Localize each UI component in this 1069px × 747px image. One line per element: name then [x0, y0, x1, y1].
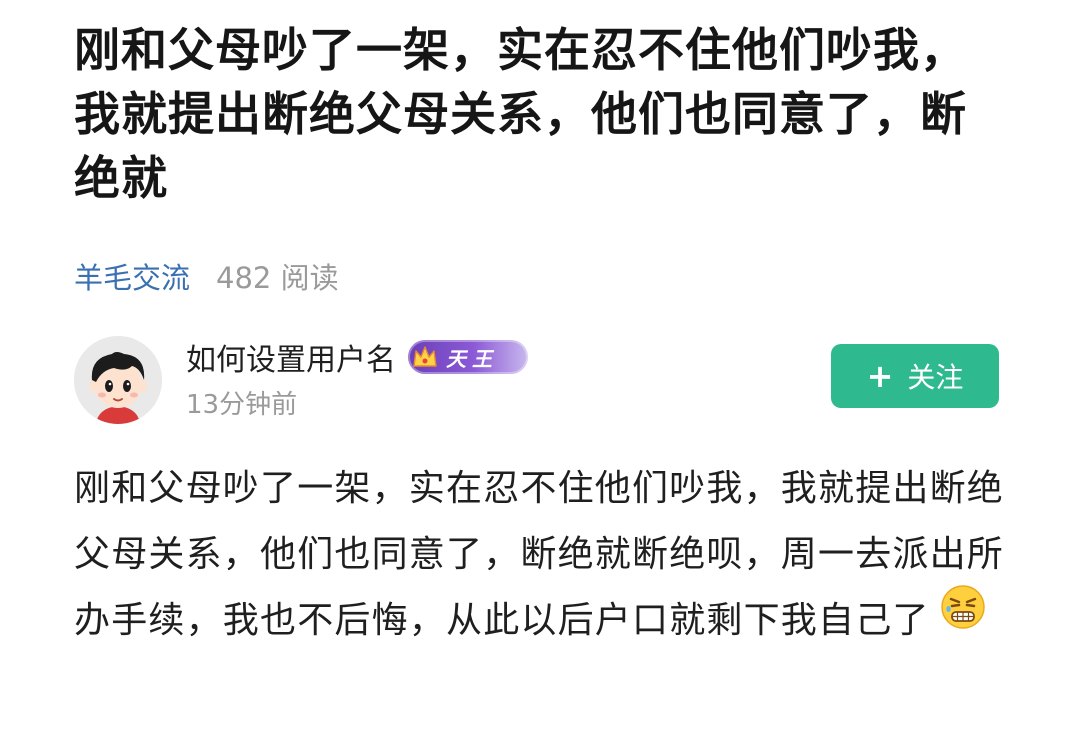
post-meta: 羊毛交流 482 阅读	[74, 254, 339, 298]
post-time: 13分钟前	[186, 390, 298, 420]
level-badge: 天王	[408, 340, 528, 374]
plus-icon: +	[866, 357, 894, 395]
crown-icon	[408, 340, 442, 374]
author-row: 如何设置用户名 天王 13分钟前 + 关注	[74, 334, 999, 426]
follow-label: 关注	[907, 361, 964, 394]
post-title: 刚和父母吵了一架，实在忍不住他们吵我，我就提出断绝父母关系，他们也同意了，断绝就	[74, 23, 967, 205]
cartoon-avatar-icon	[74, 336, 162, 424]
avatar[interactable]	[74, 336, 162, 424]
post-body-text: 刚和父母吵了一架，实在忍不住他们吵我，我就提出断绝父母关系，他们也同意了，断绝就…	[74, 468, 1005, 641]
grimace-emoji-icon	[940, 584, 986, 652]
follow-button[interactable]: + 关注	[831, 344, 999, 408]
post-body: 刚和父母吵了一架，实在忍不住他们吵我，我就提出断绝父母关系，他们也同意了，断绝就…	[74, 456, 1006, 654]
author-name[interactable]: 如何设置用户名	[186, 335, 396, 379]
badge-text: 天王	[446, 346, 498, 371]
forum-link[interactable]: 羊毛交流	[74, 255, 190, 297]
read-count: 482 阅读	[216, 261, 339, 295]
